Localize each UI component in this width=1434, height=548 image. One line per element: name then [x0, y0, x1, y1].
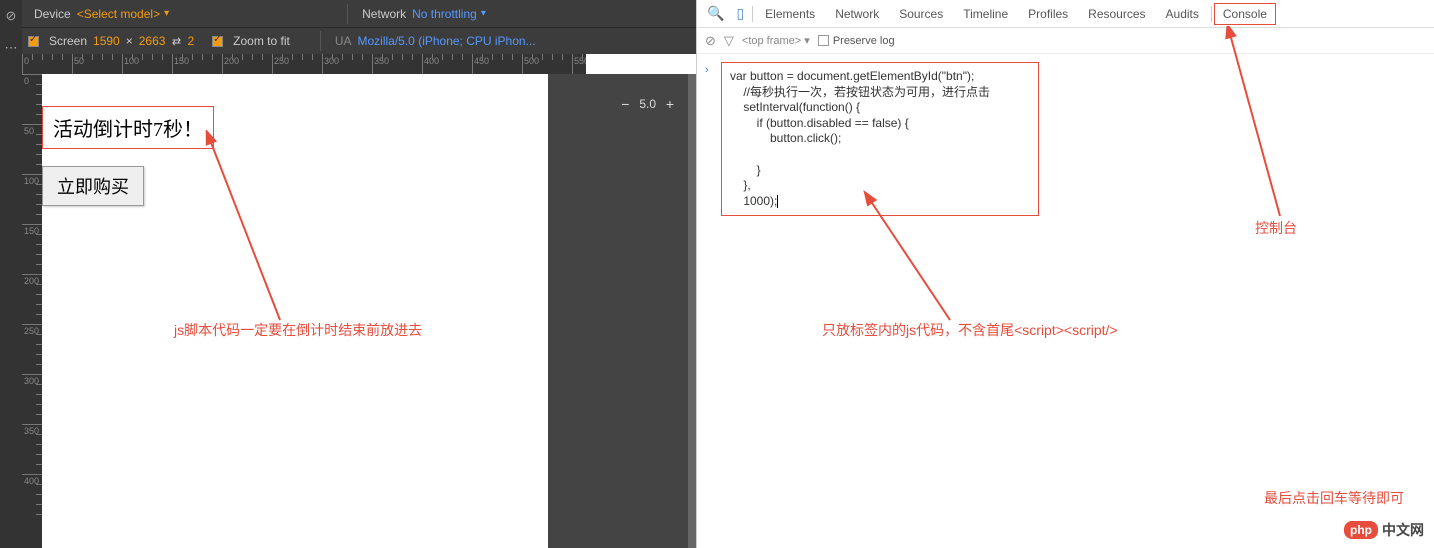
device-emulation-panel: ⊘ ⋯ Device <Select model> Network No thr…: [0, 0, 696, 548]
search-icon[interactable]: 🔍: [701, 5, 730, 22]
emulated-page: 活动倒计时7秒！ 立即购买: [42, 74, 548, 548]
zoom-controls: − 5.0 +: [617, 96, 678, 112]
divider: [347, 4, 348, 24]
zoom-checkbox[interactable]: [212, 36, 223, 47]
clear-console-icon[interactable]: ⊘: [705, 33, 716, 49]
ua-label: UA: [335, 34, 352, 48]
no-entry-icon[interactable]: ⊘: [1, 6, 21, 26]
device-icon[interactable]: ▯: [730, 5, 750, 22]
tool-icon[interactable]: ⋯: [1, 38, 21, 58]
console-body[interactable]: › var button = document.getElementById("…: [697, 54, 1434, 224]
screen-height[interactable]: 2663: [139, 34, 166, 48]
console-toolbar: ⊘ ▽ <top frame> ▾ Preserve log: [697, 28, 1434, 54]
frame-selector[interactable]: <top frame> ▾: [742, 34, 810, 47]
annotation-text-console: 控制台: [1255, 218, 1297, 238]
annotation-text-final: 最后点击回车等待即可: [1264, 488, 1404, 508]
logo-php: php: [1344, 521, 1378, 539]
separator: [752, 6, 753, 22]
logo-cn: 中文网: [1382, 520, 1424, 540]
emulation-toolbar: Device <Select model> Network No throttl…: [22, 0, 696, 54]
tab-console[interactable]: Console: [1214, 3, 1276, 25]
divider: [320, 31, 321, 51]
tab-sources[interactable]: Sources: [889, 0, 953, 28]
checkbox-icon: [818, 35, 829, 46]
devtools-tab-bar: 🔍 ▯ Elements Network Sources Timeline Pr…: [697, 0, 1434, 28]
annotation-text-code: 只放标签内的js代码，不含首尾<script><script/>: [822, 320, 1118, 340]
scrollbar[interactable]: [688, 74, 696, 548]
tab-resources[interactable]: Resources: [1078, 0, 1155, 28]
left-icon-sidebar: ⊘ ⋯: [0, 0, 22, 548]
annotation-text-left: js脚本代码一定要在倒计时结束前放进去: [174, 320, 422, 340]
screen-checkbox[interactable]: [28, 36, 39, 47]
zoom-value: 5.0: [639, 97, 656, 111]
dark-gutter: − 5.0 +: [548, 74, 696, 548]
separator: [1211, 6, 1212, 22]
dimension-x: ×: [126, 34, 133, 48]
buy-button[interactable]: 立即购买: [42, 166, 144, 206]
vertical-ruler: 050100150200250300350400: [22, 74, 42, 548]
pixel-ratio[interactable]: 2: [187, 34, 194, 48]
zoom-in-icon[interactable]: +: [662, 96, 678, 112]
network-select[interactable]: No throttling: [412, 7, 486, 21]
tab-elements[interactable]: Elements: [755, 0, 825, 28]
device-select[interactable]: <Select model>: [77, 7, 169, 21]
zoom-fit-label: Zoom to fit: [233, 34, 290, 48]
tab-audits[interactable]: Audits: [1156, 0, 1209, 28]
countdown-text: 活动倒计时7秒！: [42, 106, 214, 149]
screen-width[interactable]: 1590: [93, 34, 120, 48]
preserve-log-checkbox[interactable]: Preserve log: [818, 35, 895, 47]
ua-value[interactable]: Mozilla/5.0 (iPhone; CPU iPhon...: [358, 34, 536, 48]
device-label: Device: [34, 7, 71, 21]
filter-icon[interactable]: ▽: [724, 33, 734, 49]
watermark-logo: php 中文网: [1344, 520, 1424, 540]
network-label: Network: [362, 7, 406, 21]
tab-network[interactable]: Network: [825, 0, 889, 28]
preserve-log-label: Preserve log: [833, 35, 895, 47]
tab-profiles[interactable]: Profiles: [1018, 0, 1078, 28]
text-cursor: [777, 195, 778, 208]
devtools-panel: 🔍 ▯ Elements Network Sources Timeline Pr…: [696, 0, 1434, 548]
prompt-icon: ›: [705, 64, 709, 76]
screen-label: Screen: [49, 34, 87, 48]
horizontal-ruler: 050100150200250300350400450500550600650: [22, 54, 586, 74]
swap-icon[interactable]: ⇄: [169, 34, 183, 48]
tab-timeline[interactable]: Timeline: [953, 0, 1018, 28]
zoom-out-icon[interactable]: −: [617, 96, 633, 112]
console-code-input[interactable]: var button = document.getElementById("bt…: [721, 62, 1039, 216]
